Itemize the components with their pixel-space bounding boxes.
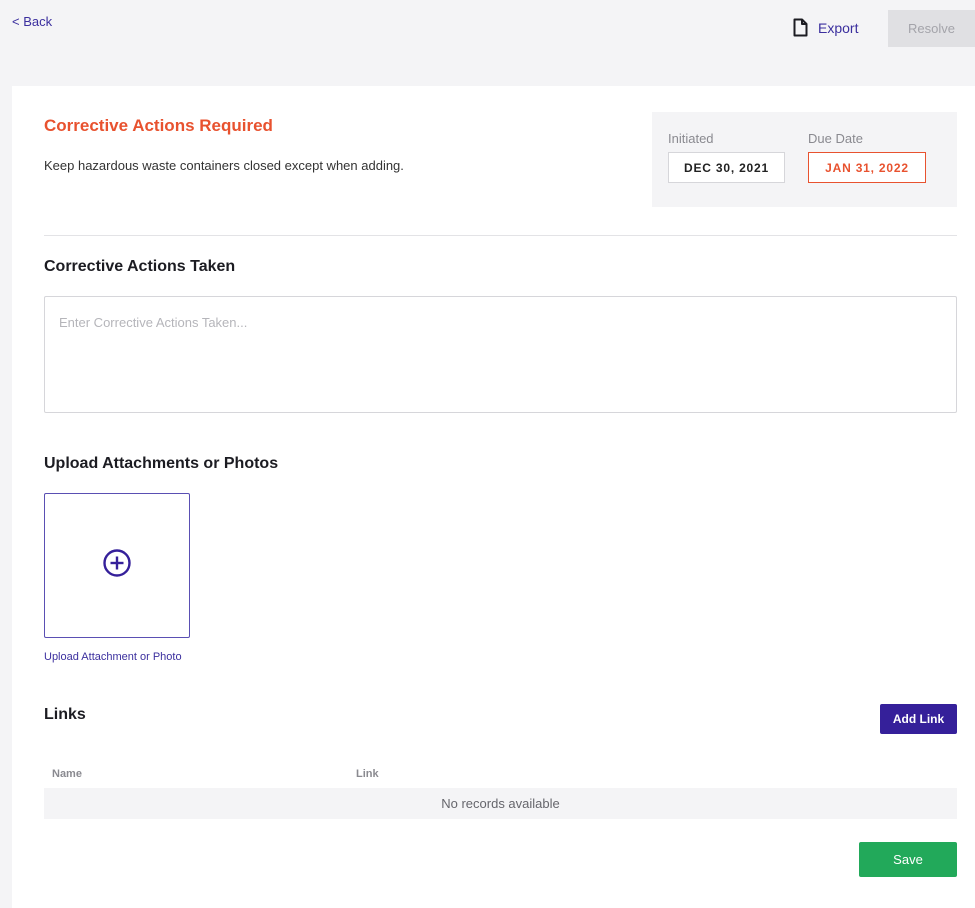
add-link-button[interactable]: Add Link xyxy=(880,704,957,734)
actions-taken-title: Corrective Actions Taken xyxy=(44,258,236,275)
export-label: Export xyxy=(818,19,859,36)
back-link[interactable]: < Back xyxy=(12,14,52,29)
due-date-label: Due Date xyxy=(808,131,863,146)
due-date: JAN 31, 2022 xyxy=(808,152,926,183)
upload-caption: Upload Attachment or Photo xyxy=(44,651,182,663)
column-header-link[interactable]: Link xyxy=(356,768,379,780)
links-title: Links xyxy=(44,706,86,723)
required-title: Corrective Actions Required xyxy=(44,116,273,135)
upload-attachment-button[interactable] xyxy=(44,493,190,638)
document-icon xyxy=(793,18,808,37)
links-table: Name Link No records available xyxy=(44,762,957,819)
empty-state: No records available xyxy=(44,788,957,819)
required-description: Keep hazardous waste containers closed e… xyxy=(44,158,404,173)
initiated-label: Initiated xyxy=(668,131,714,146)
save-button[interactable]: Save xyxy=(859,842,957,877)
export-button[interactable]: Export xyxy=(793,18,858,37)
table-header: Name Link xyxy=(44,762,957,788)
dates-box: Initiated DEC 30, 2021 Due Date JAN 31, … xyxy=(652,112,957,207)
column-header-name[interactable]: Name xyxy=(52,768,82,780)
upload-title: Upload Attachments or Photos xyxy=(44,455,279,472)
actions-taken-input[interactable] xyxy=(44,296,957,413)
top-bar: < Back Export Resolve xyxy=(0,0,975,86)
plus-circle-icon xyxy=(102,548,132,583)
initiated-date: DEC 30, 2021 xyxy=(668,152,785,183)
divider xyxy=(44,235,957,236)
resolve-button[interactable]: Resolve xyxy=(888,10,975,47)
corrective-action-panel: Corrective Actions Required Keep hazardo… xyxy=(12,86,975,908)
